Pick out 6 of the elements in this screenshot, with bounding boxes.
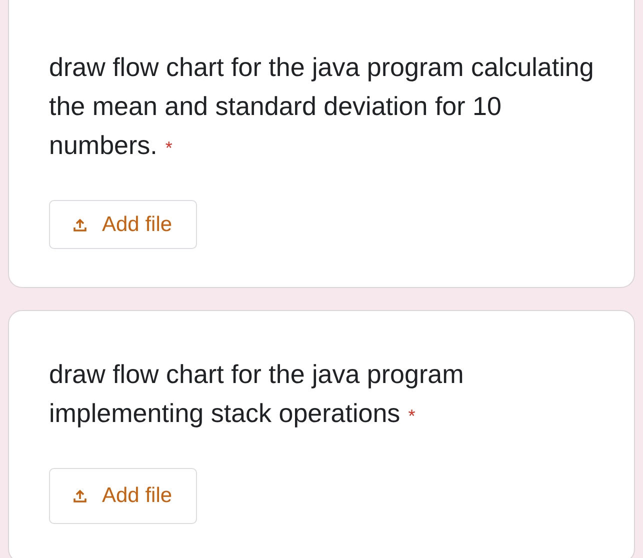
- add-file-button[interactable]: Add file: [49, 200, 198, 249]
- question-text: draw flow chart for the java program calculating the mean and standard deviation for 10 numbers. *: [49, 51, 594, 162]
- question-text: draw flow chart for the java program implementing stack operations *: [49, 358, 465, 430]
- upload-icon: [72, 216, 88, 232]
- add-file-button[interactable]: Add file: [49, 468, 198, 524]
- upload-icon: [72, 488, 88, 504]
